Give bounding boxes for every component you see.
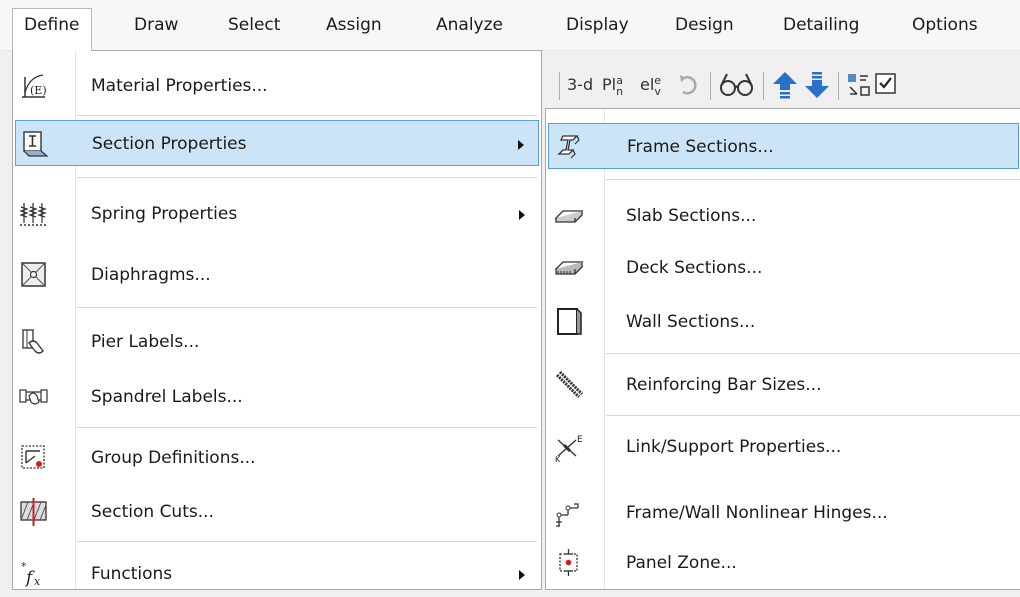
menu-item-panel-zone[interactable]: Panel Zone... [548, 540, 1019, 586]
menu-display[interactable]: Display [555, 9, 640, 41]
rotate-icon[interactable] [677, 72, 701, 106]
menu-analyze[interactable]: Analyze [425, 9, 514, 41]
menu-assign[interactable]: Assign [315, 9, 393, 41]
menu-item-label: Frame/Wall Nonlinear Hinges... [626, 503, 888, 523]
nonlinear-hinge-icon [554, 498, 584, 528]
rebar-icon [554, 370, 584, 400]
menu-item-spandrel-labels[interactable]: Spandrel Labels... [15, 374, 539, 420]
define-menu: (E) Material Properties... Section Prope… [12, 50, 542, 590]
menu-detailing[interactable]: Detailing [772, 9, 870, 41]
menu-item-label: Material Properties... [91, 76, 268, 96]
menu-draw[interactable]: Draw [123, 9, 189, 41]
svg-text:E: E [577, 435, 583, 445]
link-support-icon: EK [554, 432, 584, 464]
menu-item-wall-sections[interactable]: Wall Sections... [548, 299, 1019, 345]
menu-divider [606, 353, 1020, 354]
elev-super: e [654, 73, 662, 87]
checkbox-icon[interactable] [875, 72, 897, 106]
menu-item-nonlinear-hinges[interactable]: Frame/Wall Nonlinear Hinges... [548, 490, 1019, 536]
toolbar: 3-d Pl a n el e v [545, 64, 1020, 108]
elev-label: el [640, 75, 655, 94]
slab-section-icon [554, 201, 584, 231]
wall-section-icon [554, 307, 584, 337]
menu-item-pier-labels[interactable]: Pier Labels... [15, 319, 539, 365]
svg-text:K: K [555, 455, 561, 462]
menu-item-label: Diaphragms... [91, 265, 211, 285]
spandrel-label-icon [19, 382, 49, 412]
section-cuts-icon [19, 497, 49, 527]
move-down-icon[interactable] [803, 70, 831, 104]
diaphragm-icon [19, 260, 49, 290]
plan-label: Pl [602, 75, 617, 94]
menu-select[interactable]: Select [217, 9, 291, 41]
toolbar-separator [710, 72, 711, 100]
group-definitions-icon [19, 443, 49, 473]
menu-item-label: Wall Sections... [626, 312, 756, 332]
menu-item-reinforcing-bar-sizes[interactable]: Reinforcing Bar Sizes... [548, 362, 1019, 408]
menu-item-label: Slab Sections... [626, 206, 757, 226]
menu-item-label: Spandrel Labels... [91, 387, 243, 407]
menu-item-deck-sections[interactable]: Deck Sections... [548, 245, 1019, 291]
menu-item-label: Deck Sections... [626, 258, 763, 278]
menu-item-frame-sections[interactable]: Frame Sections... [548, 123, 1019, 169]
menu-item-label: Functions [91, 564, 173, 584]
menu-divider [77, 541, 537, 542]
pier-label-icon [19, 327, 49, 357]
menu-divider [77, 427, 537, 428]
menu-define[interactable]: Define [12, 8, 92, 51]
material-properties-icon: (E) [19, 71, 49, 101]
submenu-arrow-icon [518, 140, 524, 150]
menu-item-label: Group Definitions... [91, 448, 256, 468]
menu-divider [77, 177, 537, 178]
menu-item-label: Frame Sections... [627, 137, 774, 157]
menu-divider [606, 415, 1020, 416]
toolbar-separator [559, 72, 560, 100]
menu-item-spring-properties[interactable]: Spring Properties [15, 191, 539, 237]
menu-divider [77, 307, 537, 308]
menu-item-section-cuts[interactable]: Section Cuts... [15, 489, 539, 535]
section-properties-icon [20, 129, 50, 159]
elevation-view-button[interactable]: el e v [640, 68, 661, 102]
functions-icon: * f x [19, 559, 49, 589]
menu-item-slab-sections[interactable]: Slab Sections... [548, 193, 1019, 239]
menu-item-material-properties[interactable]: (E) Material Properties... [15, 63, 539, 109]
toolbar-separator [838, 72, 839, 100]
menu-item-label: Link/Support Properties... [626, 437, 842, 457]
plan-view-button[interactable]: Pl a n [602, 68, 623, 102]
move-up-icon[interactable] [771, 70, 799, 104]
menu-divider [606, 179, 1020, 180]
glasses-icon[interactable] [719, 70, 755, 104]
objects-shrink-icon[interactable] [846, 72, 872, 106]
menu-bar: Define Draw Select Assign Analyze Displa… [0, 0, 1020, 51]
menu-options[interactable]: Options [901, 9, 989, 41]
submenu-arrow-icon [519, 570, 525, 580]
elev-sub: v [654, 84, 661, 98]
svg-text:(E): (E) [30, 84, 47, 97]
menu-item-link-support-properties[interactable]: EK Link/Support Properties... [548, 424, 1019, 470]
spring-properties-icon [19, 199, 49, 229]
frame-section-icon [555, 132, 585, 162]
plan-super: a [616, 73, 623, 87]
submenu-arrow-icon [519, 210, 525, 220]
menu-item-label: Spring Properties [91, 204, 238, 224]
deck-section-icon [554, 253, 584, 283]
toolbar-separator [763, 72, 764, 100]
plan-sub: n [616, 84, 624, 98]
panel-zone-icon [554, 548, 584, 578]
menu-item-label: Section Cuts... [91, 502, 214, 522]
menu-item-group-definitions[interactable]: Group Definitions... [15, 435, 539, 481]
view-3d-button[interactable]: 3-d [567, 68, 593, 102]
menu-divider [77, 115, 537, 116]
menu-item-label: Reinforcing Bar Sizes... [626, 375, 822, 395]
menu-item-diaphragms[interactable]: Diaphragms... [15, 252, 539, 298]
menu-design[interactable]: Design [664, 9, 745, 41]
menu-item-label: Pier Labels... [91, 332, 200, 352]
menu-item-label: Section Properties [92, 134, 247, 154]
menu-item-functions[interactable]: * f x Functions [15, 551, 539, 597]
menu-item-section-properties[interactable]: Section Properties [15, 120, 539, 166]
section-properties-submenu: Frame Sections... Slab Sections... Deck … [545, 108, 1020, 590]
svg-text:x: x [34, 575, 41, 588]
menu-item-label: Panel Zone... [626, 553, 737, 573]
